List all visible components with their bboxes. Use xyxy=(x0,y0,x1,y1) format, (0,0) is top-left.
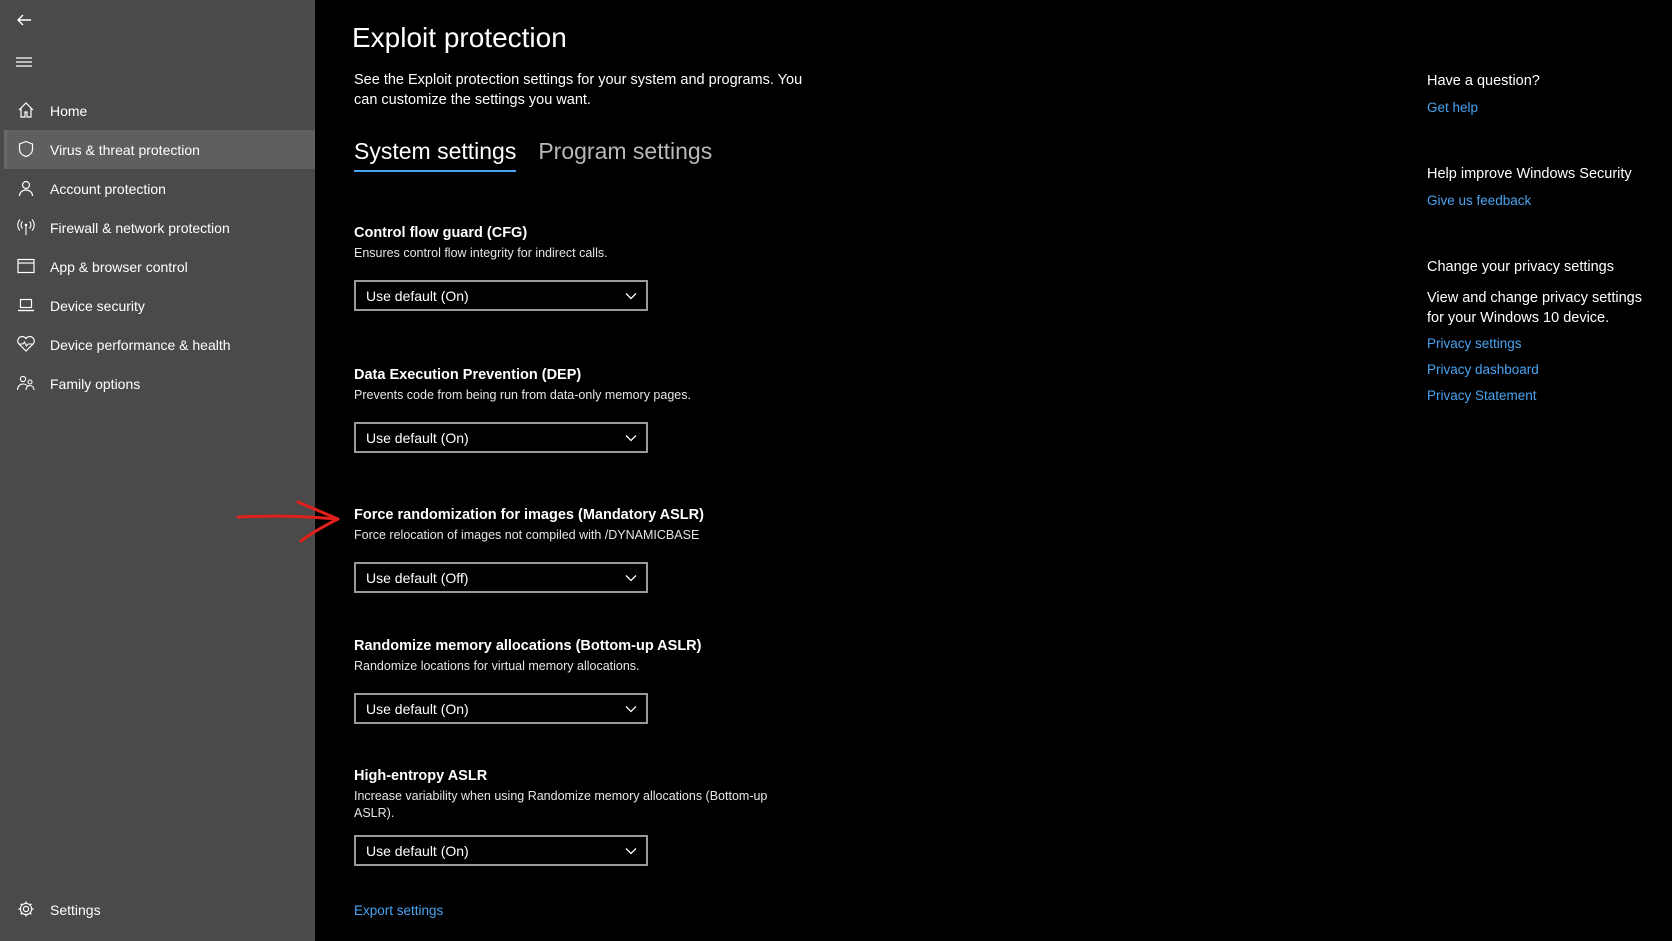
cfg-dropdown[interactable]: Use default (On) xyxy=(354,280,648,311)
setting-title: High-entropy ASLR xyxy=(354,768,488,784)
sidebar-item-firewall[interactable]: Firewall & network protection xyxy=(4,208,315,247)
chevron-down-icon xyxy=(625,575,637,582)
setting-description: Prevents code from being run from data-o… xyxy=(354,388,691,402)
give-feedback-link[interactable]: Give us feedback xyxy=(1427,193,1531,208)
bottom-up-aslr-dropdown[interactable]: Use default (On) xyxy=(354,693,648,724)
sidebar-item-home[interactable]: Home xyxy=(4,91,315,130)
setting-description: Force relocation of images not compiled … xyxy=(354,528,700,542)
get-help-link[interactable]: Get help xyxy=(1427,100,1478,115)
dropdown-value: Use default (On) xyxy=(366,700,469,717)
tab-bar: System settings Program settings xyxy=(354,138,712,172)
sidebar-item-label: Virus & threat protection xyxy=(50,141,200,158)
question-heading: Have a question? xyxy=(1427,73,1540,89)
shield-icon xyxy=(14,137,38,161)
chevron-down-icon xyxy=(625,435,637,442)
setting-mandatory-aslr: Force randomization for images (Mandator… xyxy=(354,507,814,544)
settings-label: Settings xyxy=(50,901,101,918)
dropdown-value: Use default (Off) xyxy=(366,569,469,586)
high-entropy-aslr-dropdown[interactable]: Use default (On) xyxy=(354,835,648,866)
family-icon xyxy=(14,371,38,395)
sidebar-nav: Home Virus & threat protection Account p… xyxy=(0,91,315,403)
sidebar-item-family-options[interactable]: Family options xyxy=(4,364,315,403)
sidebar-item-label: Account protection xyxy=(50,180,166,197)
setting-dep: Data Execution Prevention (DEP) Prevents… xyxy=(354,367,814,404)
sidebar-item-virus-threat-protection[interactable]: Virus & threat protection xyxy=(4,130,315,169)
sidebar-item-label: App & browser control xyxy=(50,258,188,275)
page-title: Exploit protection xyxy=(352,22,567,53)
setting-high-entropy-aslr: High-entropy ASLR Increase variability w… xyxy=(354,768,784,822)
home-icon xyxy=(14,98,38,122)
privacy-description: View and change privacy settings for you… xyxy=(1427,290,1642,326)
privacy-statement-link[interactable]: Privacy Statement xyxy=(1427,388,1537,403)
sidebar-item-settings[interactable]: Settings xyxy=(4,890,315,929)
setting-title: Randomize memory allocations (Bottom-up … xyxy=(354,638,702,654)
privacy-heading: Change your privacy settings xyxy=(1427,259,1614,275)
sidebar-item-label: Home xyxy=(50,102,88,119)
hamburger-icon xyxy=(16,57,32,67)
chevron-down-icon xyxy=(625,293,637,300)
setting-cfg: Control flow guard (CFG) Ensures control… xyxy=(354,225,814,262)
gear-icon xyxy=(14,897,38,921)
setting-bottom-up-aslr: Randomize memory allocations (Bottom-up … xyxy=(354,638,814,675)
back-arrow-icon xyxy=(17,14,31,26)
sidebar-item-account-protection[interactable]: Account protection xyxy=(4,169,315,208)
hamburger-menu-button[interactable] xyxy=(10,48,38,76)
page-description: See the Exploit protection settings for … xyxy=(354,72,803,108)
dep-dropdown[interactable]: Use default (On) xyxy=(354,422,648,453)
sidebar-item-app-browser-control[interactable]: App & browser control xyxy=(4,247,315,286)
improve-heading: Help improve Windows Security xyxy=(1427,166,1632,182)
dropdown-value: Use default (On) xyxy=(366,287,469,304)
setting-description: Randomize locations for virtual memory a… xyxy=(354,659,640,673)
person-icon xyxy=(14,176,38,200)
export-settings-link[interactable]: Export settings xyxy=(354,903,443,918)
sidebar-item-label: Device performance & health xyxy=(50,336,231,353)
chevron-down-icon xyxy=(625,706,637,713)
browser-window-icon xyxy=(14,254,38,278)
dropdown-value: Use default (On) xyxy=(366,842,469,859)
mandatory-aslr-dropdown[interactable]: Use default (Off) xyxy=(354,562,648,593)
sidebar-item-device-security[interactable]: Device security xyxy=(4,286,315,325)
setting-title: Force randomization for images (Mandator… xyxy=(354,507,704,523)
chevron-down-icon xyxy=(625,848,637,855)
setting-title: Control flow guard (CFG) xyxy=(354,225,528,241)
setting-description: Ensures control flow integrity for indir… xyxy=(354,246,608,260)
tab-system-settings[interactable]: System settings xyxy=(354,138,517,172)
back-button[interactable] xyxy=(10,6,38,34)
sidebar-item-label: Firewall & network protection xyxy=(50,219,230,236)
antenna-icon xyxy=(14,215,38,239)
tab-program-settings[interactable]: Program settings xyxy=(538,138,712,172)
sidebar-item-label: Family options xyxy=(50,375,141,392)
sidebar-item-label: Device security xyxy=(50,297,145,314)
heart-icon xyxy=(14,332,38,356)
privacy-dashboard-link[interactable]: Privacy dashboard xyxy=(1427,362,1539,377)
setting-description: Increase variability when using Randomiz… xyxy=(354,789,768,820)
laptop-icon xyxy=(14,293,38,317)
privacy-settings-link[interactable]: Privacy settings xyxy=(1427,336,1522,351)
sidebar: Home Virus & threat protection Account p… xyxy=(0,0,315,941)
sidebar-item-device-performance-health[interactable]: Device performance & health xyxy=(4,325,315,364)
annotation-arrow-icon xyxy=(236,500,340,543)
dropdown-value: Use default (On) xyxy=(366,429,469,446)
setting-title: Data Execution Prevention (DEP) xyxy=(354,367,582,383)
